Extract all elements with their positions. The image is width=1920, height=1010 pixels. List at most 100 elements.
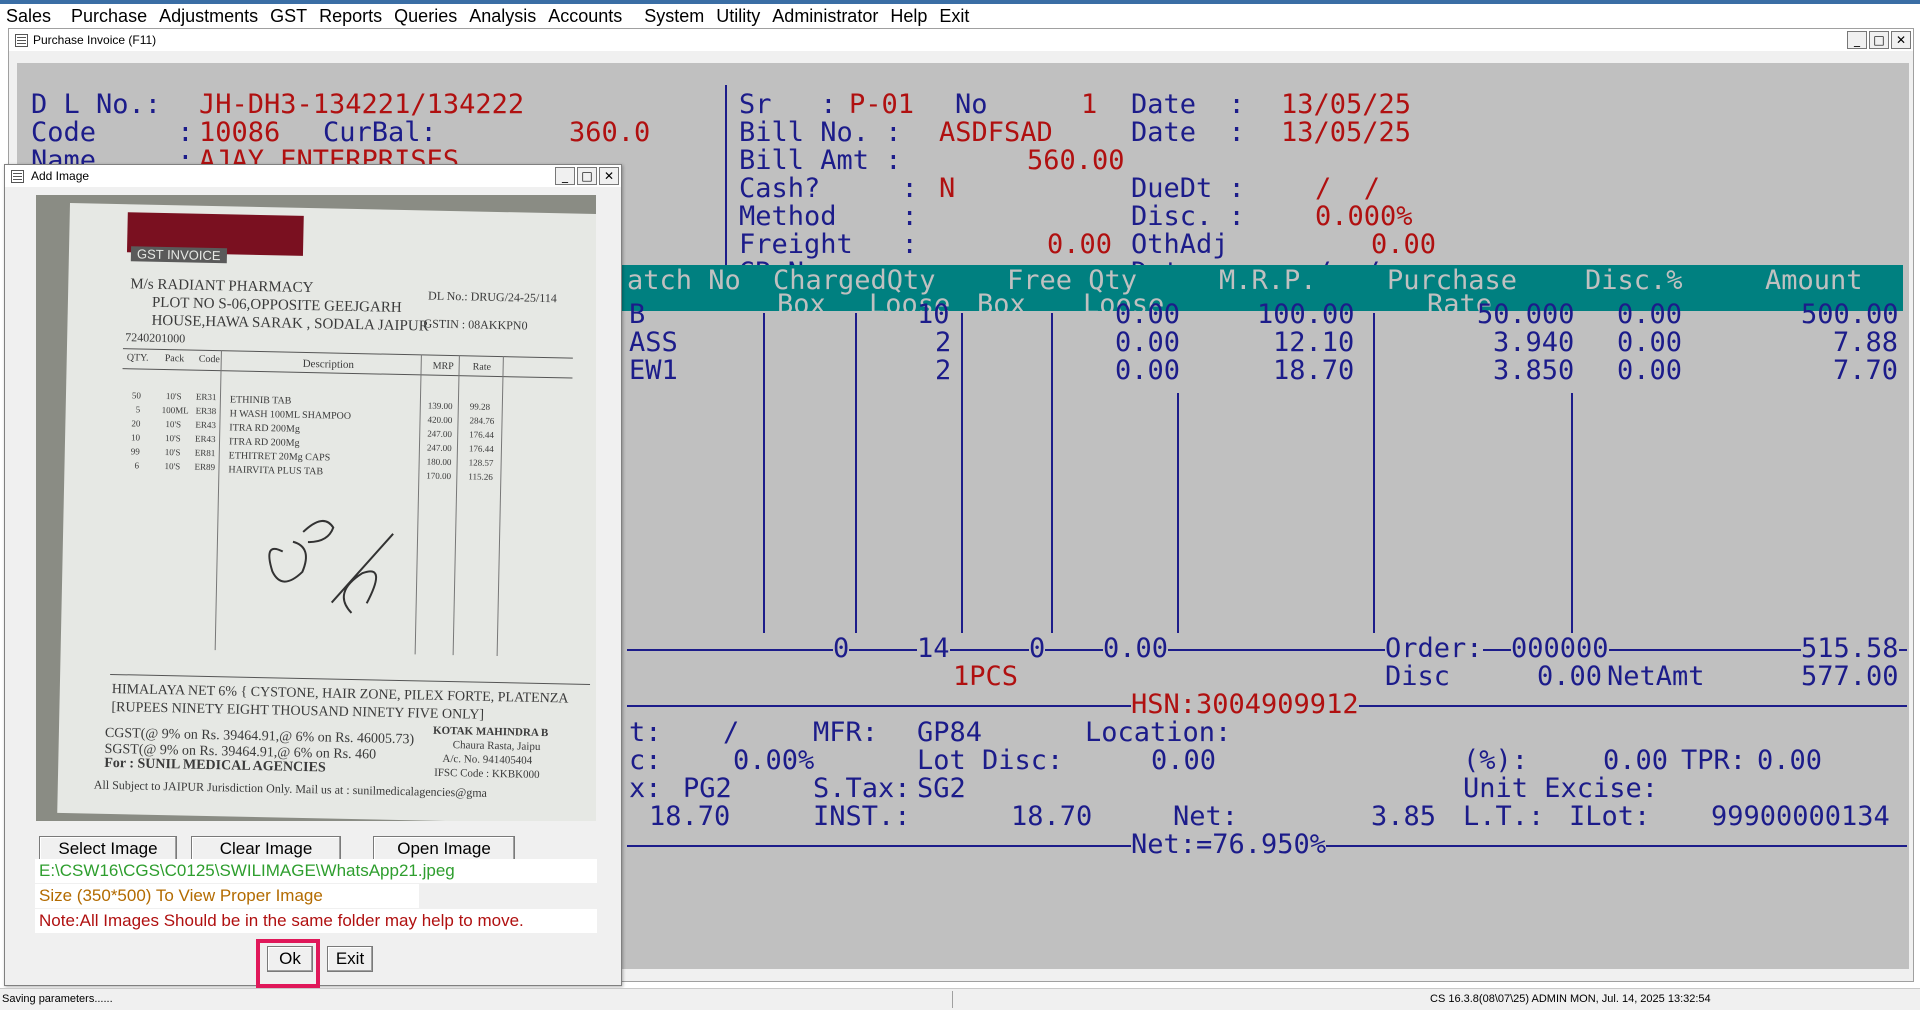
bill-date-label: Date : [1131, 117, 1245, 148]
dialog-minimize-button[interactable]: _ [555, 167, 575, 185]
menu-bar: Sales Purchase Adjustments GST Reports Q… [0, 4, 1920, 28]
code-value[interactable]: 10086 [199, 119, 280, 147]
menu-utility[interactable]: Utility [710, 6, 766, 27]
col-box: Box [777, 289, 826, 320]
status-info: CS 16.3.8(08\07\25) ADMIN MON, Jul. 14, … [1430, 993, 1711, 1005]
row-disc: 0.00 [1617, 299, 1683, 330]
dialog-menu-icon[interactable] [11, 170, 24, 183]
invoice-col: Pack [164, 353, 185, 365]
no-value[interactable]: 1 [1081, 91, 1097, 119]
menu-administrator[interactable]: Administrator [766, 6, 884, 27]
menu-exit[interactable]: Exit [933, 6, 975, 27]
row-disc: 0.00 [1617, 355, 1683, 386]
dl-no-value[interactable]: JH-DH3-134221/134222 [199, 91, 524, 119]
net-value: 3.85 [1371, 801, 1437, 832]
invoice-gstin: GSTIN : 08AKKPN0 [423, 316, 528, 333]
invoice-rule [496, 356, 504, 657]
ilot-label: ILot: [1569, 801, 1651, 832]
footer-field: / [723, 717, 740, 748]
lot-disc-value: 0.00 [1151, 745, 1217, 776]
col-amount: Amount [1765, 265, 1863, 296]
footer-field: x: [629, 773, 662, 804]
grid-line [1571, 393, 1573, 633]
menu-sales[interactable]: Sales [0, 6, 57, 27]
dialog-close-button[interactable]: ✕ [599, 167, 619, 185]
invoice-bank: KOTAK MAHINDRA B [432, 724, 549, 740]
sr-label: Sr : [739, 89, 837, 120]
stax-value: SG2 [917, 773, 966, 804]
menu-system[interactable]: System [638, 6, 710, 27]
invoice-col: Description [302, 357, 355, 371]
invoice-acno: A/c. No. 941405404 [442, 752, 533, 767]
pct-label: (%): [1463, 745, 1529, 776]
bill-no-label: Bill No. : [739, 117, 902, 148]
exit-button[interactable]: Exit [327, 946, 373, 972]
duedt-value[interactable]: / / [1315, 175, 1380, 203]
no-label: No [955, 89, 988, 120]
netamt-value: 577.00 [1801, 661, 1899, 692]
menu-accounts[interactable]: Accounts [542, 6, 628, 27]
signature-scribble [268, 520, 394, 614]
footer-field: 0.00% [733, 745, 815, 776]
menu-reports[interactable]: Reports [313, 6, 388, 27]
unit-excise-label: Unit Excise: [1463, 773, 1659, 804]
invoice-col: QTY. [126, 352, 149, 364]
ilot-value: 99900000134 [1711, 801, 1890, 832]
invoice-col: Code [198, 353, 220, 366]
add-image-dialog: Add Image _ □ ✕ GST INVOICE M/s RADIANT … [4, 164, 622, 986]
disc-value[interactable]: 0.000% [1315, 203, 1413, 231]
row-batch: ASS [629, 327, 678, 358]
othadj-value[interactable]: 0.00 [1371, 231, 1436, 259]
row-loose: 2 [935, 327, 952, 358]
row-amount: 500.00 [1801, 299, 1899, 330]
freight-value[interactable]: 0.00 [1047, 231, 1112, 259]
col-free-box: Box [977, 289, 1026, 320]
inst-value: 18.70 [1011, 801, 1093, 832]
cash-value[interactable]: N [939, 175, 955, 203]
grid-line [1177, 393, 1179, 633]
col-disc: Disc.% [1585, 265, 1683, 296]
footer-field: 18.70 [649, 801, 731, 832]
menu-help[interactable]: Help [884, 6, 933, 27]
date-label: Date : [1131, 89, 1245, 120]
invoice-bank-branch: Chaura Rasta, Jaipu [452, 739, 541, 753]
bill-amt-value[interactable]: 560.00 [1027, 147, 1125, 175]
bill-date-value[interactable]: 13/05/25 [1281, 119, 1411, 147]
cash-label: Cash? : [739, 173, 918, 204]
disc-label: Disc. : [1131, 201, 1245, 232]
menu-queries[interactable]: Queries [388, 6, 463, 27]
col-mrp: M.R.P. [1219, 265, 1317, 296]
menu-purchase[interactable]: Purchase [65, 6, 153, 27]
row-mrp: 100.00 [1257, 299, 1355, 330]
sr-value[interactable]: P-01 [849, 91, 914, 119]
dialog-maximize-button[interactable]: □ [577, 167, 597, 185]
date-value[interactable]: 13/05/25 [1281, 91, 1411, 119]
minimize-button[interactable]: _ [1847, 31, 1867, 49]
footer-field: t: [629, 717, 662, 748]
col-batch-no: atch No [627, 265, 741, 296]
row-rate: 3.850 [1493, 355, 1575, 386]
maximize-button[interactable]: □ [1869, 31, 1889, 49]
grid-line [855, 313, 857, 633]
window-title: Purchase Invoice (F11) [33, 33, 157, 47]
invoice-col: Rate [472, 361, 492, 373]
row-disc: 0.00 [1617, 327, 1683, 358]
menu-gst[interactable]: GST [264, 6, 313, 27]
pct-value: 0.00 [1603, 745, 1669, 776]
code-label: Code : [31, 117, 194, 148]
bill-no-value[interactable]: ASDFSAD [939, 119, 1053, 147]
grid-line [763, 313, 765, 633]
menu-adjustments[interactable]: Adjustments [153, 6, 264, 27]
row-loose: 10 [917, 299, 950, 330]
row-amount: 7.88 [1833, 327, 1899, 358]
inst-label: INST.: [813, 801, 911, 832]
window-menu-icon[interactable] [15, 34, 28, 47]
close-button[interactable]: ✕ [1891, 31, 1911, 49]
row-rate: 3.940 [1493, 327, 1575, 358]
row-loose: 2 [935, 355, 952, 386]
freight-label: Freight : [739, 229, 918, 260]
duedt-label: DueDt : [1131, 173, 1245, 204]
totals-line [627, 649, 1907, 651]
menu-analysis[interactable]: Analysis [463, 6, 542, 27]
invoice-dl: DL No.: DRUG/24-25/114 [427, 288, 558, 306]
